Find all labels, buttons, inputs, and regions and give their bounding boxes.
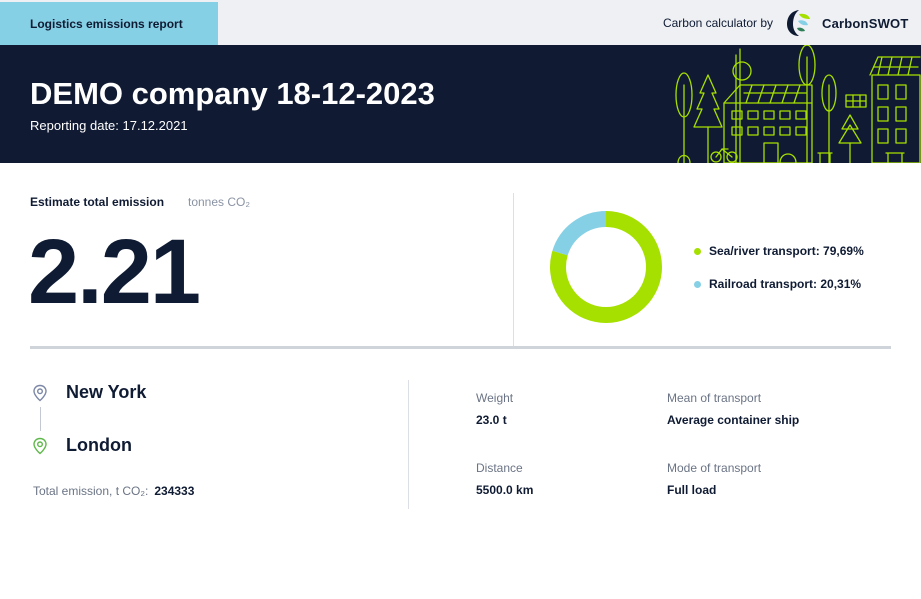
legend-label-rail: Railroad transport: 20,31% xyxy=(709,277,862,291)
mode-of-transport-value: Full load xyxy=(667,483,717,497)
route-line xyxy=(40,407,41,431)
location-pin-icon xyxy=(33,384,47,402)
report-tab[interactable]: Logistics emissions report xyxy=(0,2,218,45)
reporting-date: Reporting date: 17.12.2021 xyxy=(30,118,188,133)
brand-name: CarbonSWOT xyxy=(822,15,909,31)
mode-of-transport-label: Mode of transport xyxy=(667,461,762,475)
estimate-label: Estimate total emission xyxy=(30,195,165,209)
origin-city: New York xyxy=(66,382,147,402)
legend-item-sea: Sea/river transport: 79,69% xyxy=(694,244,864,258)
section-divider xyxy=(30,346,891,349)
brand-logo[interactable]: CarbonSWOT xyxy=(786,9,909,37)
calculator-by-label: Carbon calculator by xyxy=(662,16,773,30)
donut-slice-rail xyxy=(552,211,607,256)
page-title: DEMO company 18-12-2023 xyxy=(30,76,435,111)
total-emission-label: Total emission, t CO₂: xyxy=(33,484,149,498)
estimate-value: 2.21 xyxy=(28,221,201,323)
legend-item-rail: Railroad transport: 20,31% xyxy=(694,277,861,291)
hero-banner: DEMO company 18-12-2023 Reporting date: … xyxy=(0,45,921,163)
legend-dot-sea xyxy=(694,247,701,255)
destination-city: London xyxy=(66,435,132,455)
weight-value: 23.0 t xyxy=(476,413,507,427)
carbonswot-logo-icon xyxy=(787,10,810,36)
divider-vertical xyxy=(408,380,409,509)
emission-donut-chart xyxy=(550,211,662,323)
estimate-unit: tonnes CO₂ xyxy=(188,195,251,209)
total-emission-value: 234333 xyxy=(154,484,195,498)
mean-of-transport-value: Average container ship xyxy=(667,413,800,427)
legend-dot-rail xyxy=(694,280,701,288)
weight-label: Weight xyxy=(476,391,514,405)
legend-label-sea: Sea/river transport: 79,69% xyxy=(709,244,864,258)
location-pin-icon xyxy=(33,437,47,455)
divider-vertical xyxy=(513,193,514,347)
distance-label: Distance xyxy=(476,461,523,475)
mean-of-transport-label: Mean of transport xyxy=(667,391,762,405)
top-bar: Logistics emissions report Carbon calcul… xyxy=(0,0,921,45)
total-emission-row: Total emission, t CO₂: 234333 xyxy=(33,484,194,498)
city-illustration xyxy=(675,45,921,163)
distance-value: 5500.0 km xyxy=(476,483,534,497)
